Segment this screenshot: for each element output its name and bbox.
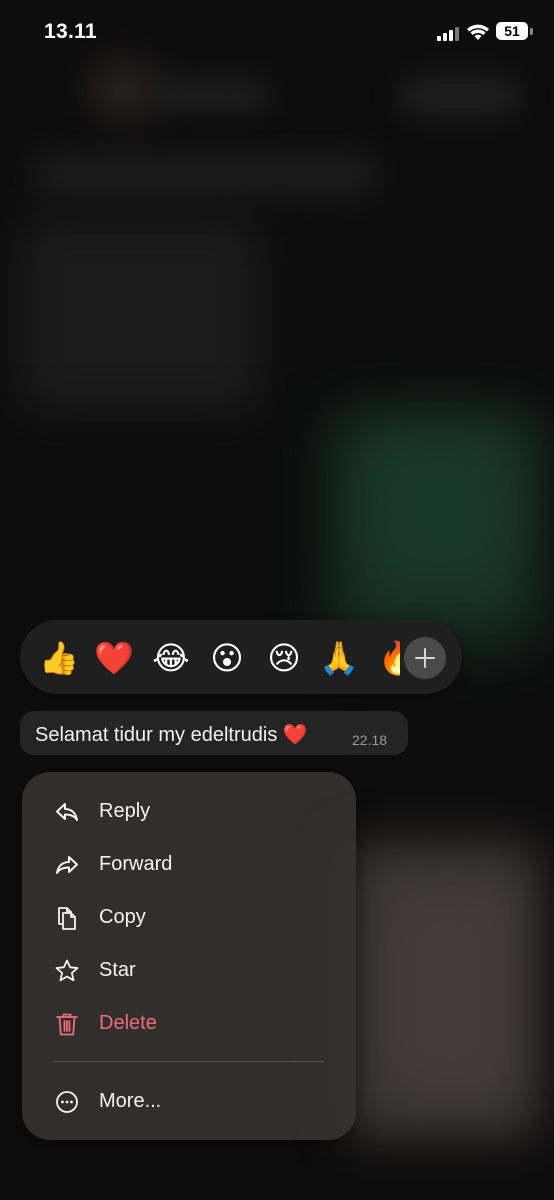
thumbs-up-icon[interactable]: 👍 — [39, 638, 79, 678]
fire-icon[interactable]: 🔥 — [378, 638, 400, 678]
status-time: 13.11 — [44, 20, 97, 43]
forward-label: Forward — [99, 853, 173, 875]
battery-cap — [530, 28, 533, 35]
reaction-picker: 👍 ❤️ 😂 😮 😢 🙏 🔥 — [20, 620, 462, 694]
more-menu-item[interactable]: More... — [22, 1077, 356, 1125]
reply-label: Reply — [99, 800, 151, 822]
cellular-signal-icon — [437, 27, 461, 41]
forward-icon — [56, 856, 78, 874]
message-text: Selamat tidur my edeltrudis ❤️ — [35, 724, 308, 746]
more-label: More... — [99, 1090, 162, 1112]
trash-icon — [56, 1013, 78, 1036]
copy-menu-item[interactable]: Copy — [22, 893, 356, 941]
crying-face-icon[interactable]: 😢 — [264, 638, 304, 678]
tears-of-joy-icon[interactable]: 😂 — [151, 638, 191, 678]
status-bar: 13.11 51 — [0, 0, 554, 64]
surprised-face-icon[interactable]: 😮 — [207, 638, 247, 678]
message-timestamp: 22.18 — [352, 732, 388, 748]
message-bubble[interactable]: Selamat tidur my edeltrudis ❤️ 22.18 — [20, 711, 408, 755]
copy-icon — [58, 907, 76, 930]
forward-menu-item[interactable]: Forward — [22, 840, 356, 888]
menu-divider — [54, 1061, 324, 1062]
copy-label: Copy — [99, 906, 146, 928]
wifi-icon — [467, 24, 489, 40]
delete-menu-item[interactable]: Delete — [22, 999, 356, 1047]
reply-menu-item[interactable]: Reply — [22, 787, 356, 835]
message-context-menu: Reply Forward Copy Star Delete More... — [22, 772, 356, 1140]
star-icon — [55, 959, 79, 982]
reply-icon — [56, 803, 78, 821]
star-label: Star — [99, 959, 136, 981]
red-heart-icon[interactable]: ❤️ — [94, 638, 134, 678]
folded-hands-icon[interactable]: 🙏 — [319, 638, 359, 678]
battery-icon: 51 — [496, 22, 528, 40]
star-menu-item[interactable]: Star — [22, 946, 356, 994]
plus-icon[interactable] — [404, 637, 446, 679]
delete-label: Delete — [99, 1012, 157, 1034]
more-icon — [56, 1091, 78, 1113]
